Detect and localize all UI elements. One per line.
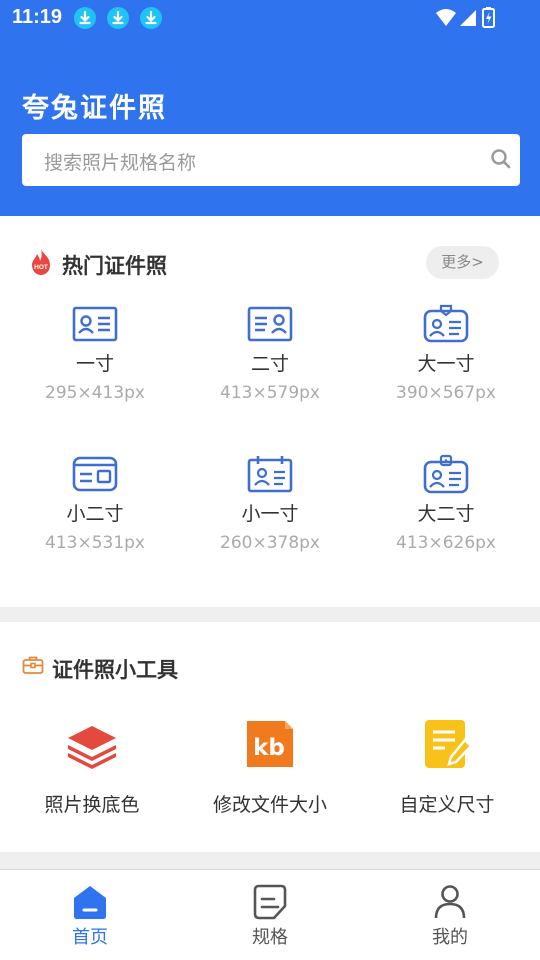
spec-size: 295×413px [45, 383, 145, 403]
tools-section-title: 证件照小工具 [52, 658, 178, 682]
spec-name: 二寸 [250, 353, 289, 375]
spec-icon [253, 884, 287, 920]
tab-home[interactable]: 首页 [0, 870, 180, 960]
tools-section: 证件照小工具 照片换底色 kb 修改文件大小 自定义尺寸 [0, 622, 540, 852]
tab-label: 规格 [252, 927, 288, 948]
app-title: 夸兔证件照 [22, 93, 167, 124]
user-icon [434, 885, 466, 919]
download-icon [140, 7, 162, 29]
spec-size: 390×567px [396, 383, 496, 403]
tool-name: 自定义尺寸 [399, 794, 495, 816]
search-placeholder: 搜索照片规格名称 [44, 152, 197, 174]
download-icon [74, 7, 96, 29]
header: 11:19 夸兔证件照 搜索照片规格名称 [0, 0, 540, 216]
edit-doc-icon [425, 720, 473, 768]
spec-name: 小二寸 [66, 503, 124, 525]
spec-name: 大二寸 [417, 503, 475, 525]
kb-icon: kb [247, 721, 293, 767]
id-card-icon [72, 306, 118, 342]
card-icon [72, 456, 118, 492]
work-badge-icon [423, 454, 469, 494]
status-time: 11:19 [12, 6, 63, 28]
spec-size: 413×579px [220, 383, 320, 403]
hot-section: HOT 热门证件照 更多> 一寸 295×413px 二寸 413×579px [0, 216, 540, 607]
wifi-icon [436, 9, 456, 26]
svg-text:kb: kb [253, 735, 285, 761]
badge-card-icon [423, 304, 469, 343]
calendar-card-icon [247, 456, 293, 493]
spec-name: 一寸 [75, 353, 114, 375]
toolbox-icon [22, 655, 44, 679]
hot-fire-icon: HOT [28, 248, 54, 280]
tab-label: 我的 [432, 927, 468, 948]
hot-section-title: 热门证件照 [62, 254, 167, 278]
tool-name: 修改文件大小 [212, 794, 327, 816]
search-icon[interactable] [490, 148, 512, 174]
spec-size: 260×378px [220, 533, 320, 553]
more-button[interactable]: 更多> [426, 246, 499, 279]
spec-name: 小一寸 [241, 503, 299, 525]
tab-label: 首页 [72, 927, 108, 948]
spec-size: 413×531px [45, 533, 145, 553]
status-icons [436, 7, 500, 33]
signal-icon [460, 10, 476, 26]
spec-size: 413×626px [396, 533, 496, 553]
status-bar: 11:19 [0, 0, 540, 36]
bottom-tab-bar: 首页 规格 我的 [0, 869, 540, 960]
download-icon [107, 7, 129, 29]
svg-text:HOT: HOT [34, 264, 48, 271]
layers-icon [68, 726, 116, 769]
tab-spec[interactable]: 规格 [180, 870, 360, 960]
tool-name: 照片换底色 [44, 794, 140, 816]
spec-name: 大一寸 [417, 353, 475, 375]
search-input[interactable]: 搜索照片规格名称 [22, 134, 520, 186]
id-card-icon [247, 306, 293, 342]
home-icon [74, 886, 106, 919]
battery-icon [482, 7, 495, 28]
tab-mine[interactable]: 我的 [360, 870, 540, 960]
